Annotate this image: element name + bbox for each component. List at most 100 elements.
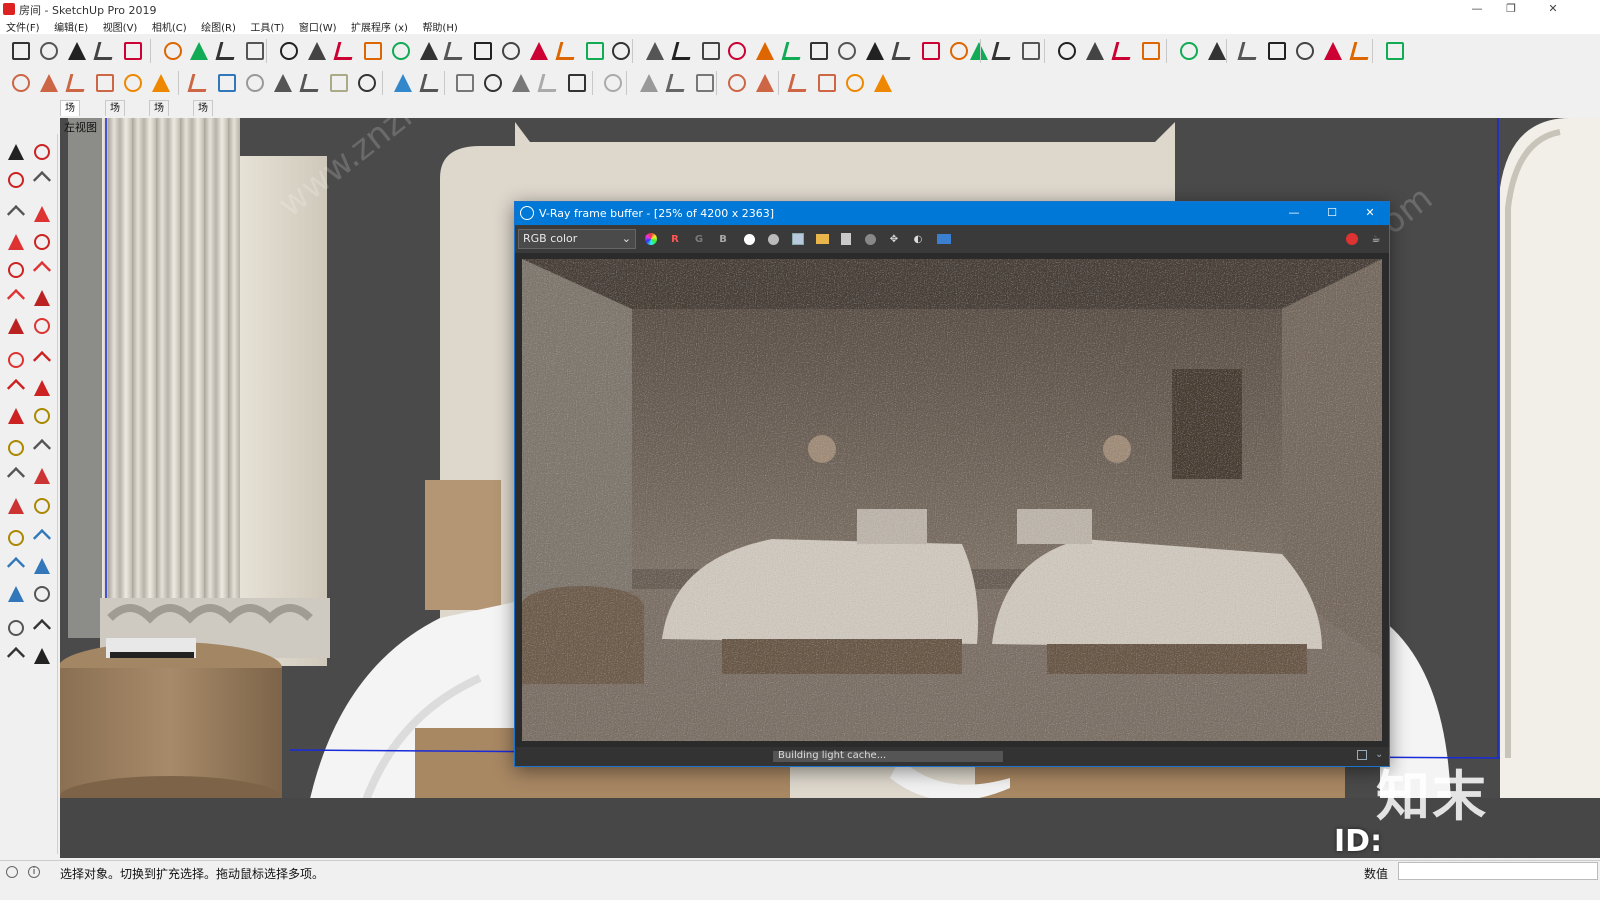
toolbar1-tool-25-button[interactable]: [698, 38, 724, 64]
toolbar2-tool-8-button[interactable]: [214, 70, 240, 96]
menu-view[interactable]: 视图(V): [97, 18, 143, 34]
toolbar2-tool-27-button[interactable]: [786, 70, 812, 96]
stop-render-icon[interactable]: [1343, 230, 1361, 248]
toolbar1-tool-46-button[interactable]: [1292, 38, 1318, 64]
palette-tool-18-button[interactable]: [30, 376, 54, 400]
history-icon[interactable]: [935, 230, 953, 248]
toolbar1-tool-10-button[interactable]: [276, 38, 302, 64]
geolocation-icon[interactable]: [6, 866, 18, 878]
toolbar1-tool-44-button[interactable]: [1236, 38, 1262, 64]
channel-select[interactable]: RGB color ⌄: [518, 229, 636, 249]
toolbar1-tool-16-button[interactable]: [442, 38, 468, 64]
palette-tool-13-button[interactable]: [4, 314, 28, 338]
toolbar1-tool-48-button[interactable]: [1348, 38, 1374, 64]
toolbar1-tool-9-button[interactable]: [242, 38, 268, 64]
toolbar1-tool-23-button[interactable]: [642, 38, 668, 64]
palette-tool-30-button[interactable]: [30, 554, 54, 578]
toolbar2-tool-24-button[interactable]: [692, 70, 718, 96]
toolbar2-tool-28-button[interactable]: [814, 70, 840, 96]
green-channel-button[interactable]: G: [690, 230, 708, 248]
toolbar1-tool-14-button[interactable]: [388, 38, 414, 64]
tab-scene-1[interactable]: 场景号1: [60, 100, 80, 162]
toolbar2-tool-5-button[interactable]: [120, 70, 146, 96]
white-circle-icon[interactable]: [740, 230, 758, 248]
info-icon[interactable]: i: [28, 866, 40, 878]
palette-tool-1-button[interactable]: [4, 140, 28, 164]
tab-scene-2[interactable]: 场景号2: [105, 100, 125, 162]
palette-tool-5-button[interactable]: [4, 202, 28, 226]
tab-scene-4[interactable]: 场景号4: [193, 100, 213, 162]
vfb-close-button[interactable]: ✕: [1355, 206, 1385, 219]
color-wheel-icon[interactable]: [642, 230, 660, 248]
toolbar1-tool-33-button[interactable]: [918, 38, 944, 64]
toolbar1-tool-35-button[interactable]: [966, 38, 992, 64]
toolbar1-tool-20-button[interactable]: [554, 38, 580, 64]
toolbar2-tool-6-button[interactable]: [148, 70, 174, 96]
vray-frame-buffer-window[interactable]: V-Ray frame buffer - [25% of 4200 x 2363…: [514, 201, 1390, 767]
toolbar2-tool-18-button[interactable]: [508, 70, 534, 96]
palette-tool-7-button[interactable]: [4, 230, 28, 254]
toolbar1-tool-42-button[interactable]: [1176, 38, 1202, 64]
toolbar1-tool-13-button[interactable]: [360, 38, 386, 64]
palette-tool-29-button[interactable]: [4, 554, 28, 578]
toolbar2-tool-25-button[interactable]: [724, 70, 750, 96]
palette-tool-36-button[interactable]: [30, 644, 54, 668]
toolbar2-tool-29-button[interactable]: [842, 70, 868, 96]
toolbar2-tool-3-button[interactable]: [64, 70, 90, 96]
palette-tool-8-button[interactable]: [30, 230, 54, 254]
toolbar1-tool-38-button[interactable]: [1054, 38, 1080, 64]
toolbar1-tool-11-button[interactable]: [304, 38, 330, 64]
toolbar2-tool-13-button[interactable]: [354, 70, 380, 96]
toolbar2-tool-15-button[interactable]: [418, 70, 444, 96]
toolbar1-tool-40-button[interactable]: [1110, 38, 1136, 64]
toolbar2-tool-10-button[interactable]: [270, 70, 296, 96]
region-icon[interactable]: ◐: [909, 230, 927, 248]
toolbar1-tool-6-button[interactable]: [160, 38, 186, 64]
toolbar1-tool-37-button[interactable]: [1018, 38, 1044, 64]
toolbar1-tool-19-button[interactable]: [526, 38, 552, 64]
menu-draw[interactable]: 绘图(R): [195, 18, 241, 34]
palette-tool-19-button[interactable]: [4, 404, 28, 428]
stop-small-icon[interactable]: [861, 230, 879, 248]
palette-tool-21-button[interactable]: [4, 436, 28, 460]
palette-tool-12-button[interactable]: [30, 286, 54, 310]
toolbar1-tool-26-button[interactable]: [724, 38, 750, 64]
toolbar1-tool-15-button[interactable]: [416, 38, 442, 64]
palette-tool-16-button[interactable]: [30, 348, 54, 372]
toolbar1-tool-4-button[interactable]: [92, 38, 118, 64]
toolbar2-tool-16-button[interactable]: [452, 70, 478, 96]
toolbar1-tool-1-button[interactable]: [8, 38, 34, 64]
toolbar2-tool-21-button[interactable]: [600, 70, 626, 96]
palette-tool-3-button[interactable]: [4, 168, 28, 192]
folder-icon[interactable]: [813, 230, 831, 248]
palette-tool-26-button[interactable]: [30, 494, 54, 518]
toolbar2-tool-23-button[interactable]: [664, 70, 690, 96]
measurements-input[interactable]: [1398, 862, 1598, 880]
toolbar1-tool-3-button[interactable]: [64, 38, 90, 64]
toolbar2-tool-7-button[interactable]: [186, 70, 212, 96]
toolbar2-tool-30-button[interactable]: [870, 70, 896, 96]
save-icon[interactable]: [789, 230, 807, 248]
menu-help[interactable]: 帮助(H): [416, 18, 462, 34]
palette-tool-6-button[interactable]: [30, 202, 54, 226]
toolbar2-tool-12-button[interactable]: [326, 70, 352, 96]
toolbar1-tool-8-button[interactable]: [214, 38, 240, 64]
red-channel-button[interactable]: R: [666, 230, 684, 248]
palette-tool-15-button[interactable]: [4, 348, 28, 372]
palette-tool-10-button[interactable]: [30, 258, 54, 282]
expand-icon[interactable]: [1357, 750, 1367, 760]
restore-button[interactable]: ❐: [1488, 0, 1534, 18]
toolbar2-tool-17-button[interactable]: [480, 70, 506, 96]
menu-edit[interactable]: 编辑(E): [48, 18, 93, 34]
toolbar1-tool-29-button[interactable]: [806, 38, 832, 64]
palette-tool-27-button[interactable]: [4, 526, 28, 550]
toolbar2-tool-22-button[interactable]: [636, 70, 662, 96]
toolbar1-tool-36-button[interactable]: [990, 38, 1016, 64]
blue-channel-button[interactable]: B: [714, 230, 732, 248]
gray-circle-icon[interactable]: [764, 230, 782, 248]
toolbar1-tool-47-button[interactable]: [1320, 38, 1346, 64]
toolbar1-tool-28-button[interactable]: [780, 38, 806, 64]
palette-tool-33-button[interactable]: [4, 616, 28, 640]
menu-file[interactable]: 文件(F): [0, 18, 45, 34]
toolbar2-tool-9-button[interactable]: [242, 70, 268, 96]
